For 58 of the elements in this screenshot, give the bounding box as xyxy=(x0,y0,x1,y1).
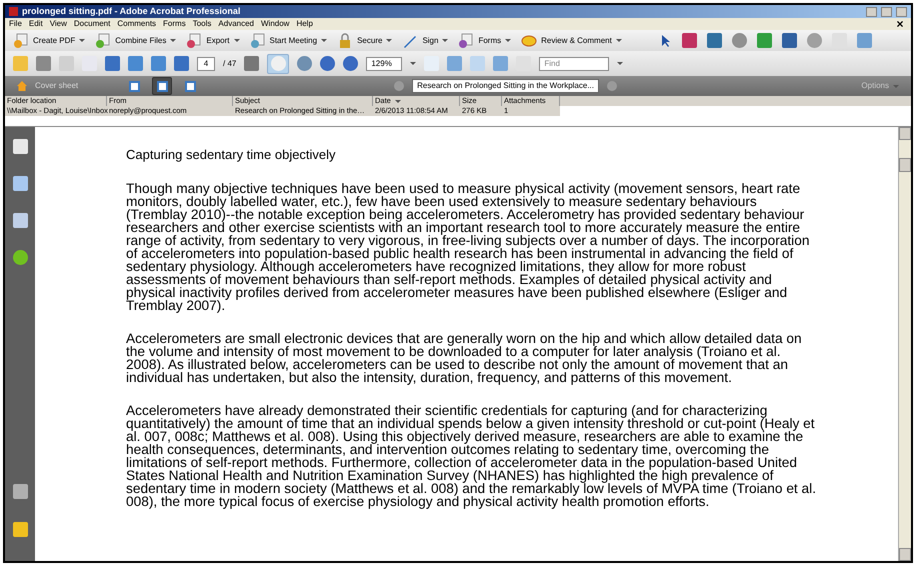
vertical-scrollbar[interactable] xyxy=(898,127,911,561)
menu-item[interactable]: Window xyxy=(261,20,290,28)
caret-icon xyxy=(893,84,899,88)
caret-icon xyxy=(234,39,240,42)
page-number-field[interactable]: 4 xyxy=(197,56,215,70)
document-icon xyxy=(186,32,202,48)
caret-icon xyxy=(79,39,86,42)
caret-icon xyxy=(617,62,624,65)
scroll-thumb[interactable] xyxy=(899,158,911,172)
toolbar-button[interactable]: Forms xyxy=(458,32,512,48)
toolbar-button[interactable]: Review & Comment xyxy=(521,32,622,48)
subject-field: Research on Prolonged Sitting in the Workplace... xyxy=(412,79,599,93)
toolbar-button[interactable]: Export xyxy=(186,32,240,48)
body-paragraph: Accelerometers have already demonstrated their scientific credentials for capturing (and for characterizing quantitatively) the amount of time that an individual spends below a given intensity threshold or cut-point (Healy et al. 007, 008c; Matthews et al. 008). Using this objectively derived measure, researchers are able to examine the health consequences, determinants, and intervention outcomes relating to sedentary time, overcoming the limitations of self-report methods. Furthermore, collection of accelerometer data in the population-based United States National Health and Nutrition Examination Survey (NHANES) has highlighted the high prevalence of sedentary time in modern society (Matthews et al. 008) and the remarkably low levels of MVPA time (Troiano et al. 008), the more typical focus of exercise physiology and physical activity health promotion efforts. xyxy=(126,404,817,508)
caret-icon xyxy=(170,39,176,42)
toolbar-button[interactable]: Combine Files xyxy=(95,32,176,48)
caret-icon xyxy=(410,62,416,65)
caret-icon xyxy=(386,39,392,42)
menu-item[interactable]: Help xyxy=(296,20,313,28)
document-icon xyxy=(95,32,112,48)
body-paragraph: Accelerometers are small electronic devices that are generally worn on the hip and which allow detailed data on the volume and intensity of most movement to be downloaded to a computer for later analysis (Troiano et al. 2008). As illustrated below, accelerometers can be used to describe not only the amount of movement that an individual has undertaken, but also the intensity, duration, frequency, and patterns of this movement. xyxy=(126,332,803,384)
maximize-button[interactable] xyxy=(881,6,892,16)
minimize-button[interactable] xyxy=(866,6,877,16)
find-field[interactable]: Find xyxy=(539,56,610,70)
caret-icon xyxy=(616,39,622,42)
menu-item[interactable]: File xyxy=(9,20,22,28)
layout-button[interactable] xyxy=(152,77,172,95)
scroll-down-button[interactable] xyxy=(899,548,911,561)
document-icon xyxy=(458,32,474,48)
caret-icon xyxy=(442,39,448,42)
menu-item[interactable]: Advanced xyxy=(218,20,254,28)
menu-item[interactable]: Document xyxy=(74,20,110,28)
toolbar-button[interactable]: Start Meeting xyxy=(250,32,328,48)
close-button[interactable] xyxy=(896,6,907,16)
close-document-icon[interactable] xyxy=(897,21,903,27)
body-paragraph: Though many objective techniques have been used to measure physical activity (movement sensors, heart rate monitors, doubly labelled water, etc.), few have been used extensively to measure sedentary behaviours (Tremblay 2010)--the notable exception being accelerometers. Accelerometry has provided sedentary behaviour researchers and other exercise scientists with an important research tool to more accurately measure the entire range of activity, from sedentary to very vigorous, in free-living subjects over a number of days. The incorporation of accelerometers into population-based public health research has been instrumental in advancing the field of sedentary physiology. Although accelerometers have recognized limitations, they allow for more robust assessments of movement behaviours than self-report methods. Examples of detailed physical activity and physical inactivity profiles derived from accelerometer measures have been published elsewhere (Esliger and Tremblay 2007). xyxy=(126,182,810,312)
hand-tool-button[interactable] xyxy=(267,54,290,74)
menu-item[interactable]: Tools xyxy=(192,20,212,28)
scroll-up-button[interactable] xyxy=(899,127,911,140)
toolbar-button[interactable]: Create PDF xyxy=(13,32,86,48)
page-count: / 47 xyxy=(223,58,236,70)
speech-bubble-icon xyxy=(521,32,538,48)
document-icon xyxy=(13,32,29,48)
menu-item[interactable]: Edit xyxy=(28,20,43,28)
home-icon xyxy=(17,81,27,91)
caret-icon xyxy=(321,39,328,42)
zoom-field[interactable]: 129% xyxy=(366,56,402,70)
toolbar-button[interactable]: Sign xyxy=(402,32,448,48)
caret-icon xyxy=(394,100,401,102)
menu-item[interactable]: Forms xyxy=(163,20,186,28)
window-title: prolonged sitting.pdf - Adobe Acrobat Professional xyxy=(22,7,240,16)
menu-item[interactable]: View xyxy=(50,20,67,28)
pointer-icon[interactable] xyxy=(660,34,672,48)
caret-icon xyxy=(505,39,512,42)
document-icon xyxy=(250,32,266,48)
menu-item[interactable]: Comments xyxy=(117,20,156,28)
toolbar-button[interactable]: Secure xyxy=(337,32,392,48)
section-heading: Capturing sedentary time objectively xyxy=(126,147,337,162)
